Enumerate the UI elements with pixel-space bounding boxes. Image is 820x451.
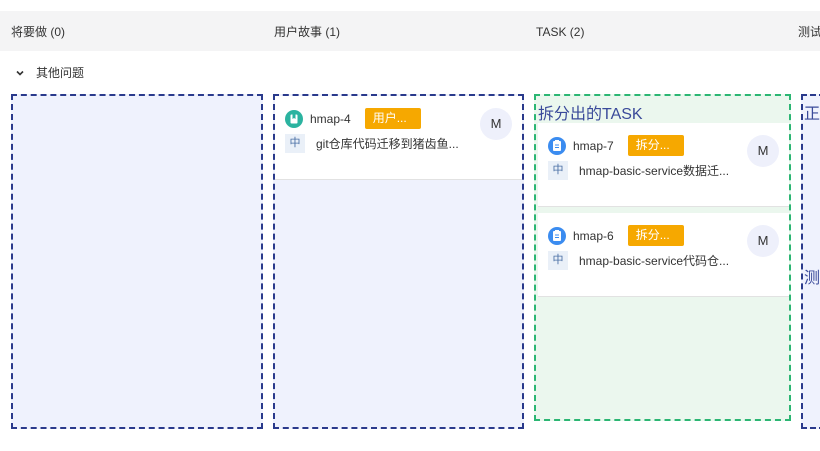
priority-badge: 中	[548, 251, 568, 270]
avatar[interactable]: M	[480, 108, 512, 140]
epic-tag: 拆分...	[627, 225, 684, 246]
issue-summary: hmap-basic-service数据迁...	[579, 164, 730, 178]
story-type-icon	[285, 109, 303, 128]
task-type-icon	[548, 136, 566, 155]
column-title-test: 测试	[798, 25, 820, 39]
swimlane-header[interactable]: 其他问题	[0, 60, 820, 86]
column-title-story: 用户故事 (1)	[274, 25, 341, 39]
test-group-title: 正	[804, 106, 820, 123]
board-header: 将要做 (0) 用户故事 (1) TASK (2) 测试	[0, 11, 820, 51]
issue-card[interactable]: hmap-4 用户... M 中 git仓库代码迁移到猪齿鱼...	[275, 96, 522, 180]
swimlane-label: 其他问题	[36, 66, 85, 80]
epic-tag: 用户...	[364, 108, 421, 129]
issue-key[interactable]: hmap-4	[310, 112, 351, 126]
priority-badge: 中	[285, 134, 305, 153]
issue-card[interactable]: hmap-7 拆分... M 中 hmap-basic-service数据迁..…	[538, 123, 789, 207]
test-group-title-2: 测	[804, 270, 820, 287]
epic-tag: 拆分...	[627, 135, 684, 156]
task-group[interactable]: 拆分出的TASK hmap-7 拆分... M 中 hmap-basic-ser…	[534, 94, 791, 421]
issue-key[interactable]: hmap-7	[573, 139, 614, 153]
chevron-down-icon[interactable]	[14, 66, 26, 78]
issue-summary: git仓库代码迁移到猪齿鱼...	[316, 137, 459, 151]
drop-zone-story[interactable]: hmap-4 用户... M 中 git仓库代码迁移到猪齿鱼...	[273, 94, 524, 429]
drop-zone-todo[interactable]	[11, 94, 263, 429]
column-title-task: TASK (2)	[536, 25, 585, 39]
avatar[interactable]: M	[747, 135, 779, 167]
issue-summary: hmap-basic-service代码仓...	[579, 254, 730, 268]
column-title-todo: 将要做 (0)	[11, 25, 66, 39]
issue-key[interactable]: hmap-6	[573, 229, 614, 243]
task-type-icon	[548, 226, 566, 245]
drop-zone-test[interactable]: 正 测	[801, 94, 820, 429]
avatar[interactable]: M	[747, 225, 779, 257]
priority-badge: 中	[548, 161, 568, 180]
task-group-title: 拆分出的TASK	[538, 106, 643, 123]
issue-card[interactable]: hmap-6 拆分... M 中 hmap-basic-service代码仓..…	[538, 213, 789, 297]
